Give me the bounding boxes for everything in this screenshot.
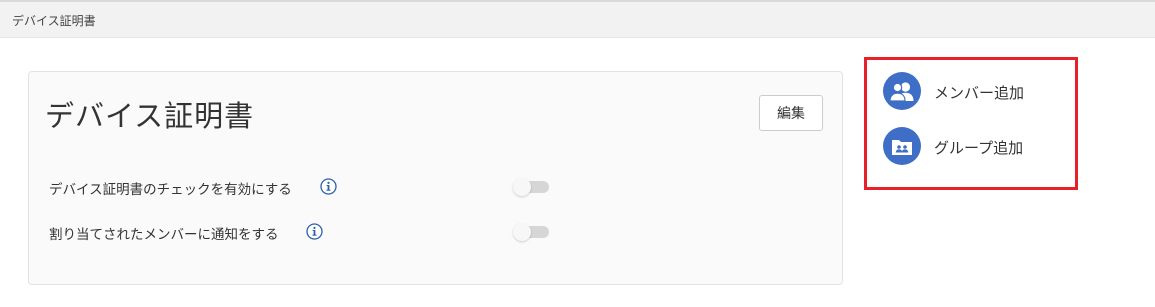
setting-row-enable-check: デバイス証明書のチェックを有効にする [49,175,559,199]
enable-check-toggle[interactable] [513,178,549,196]
breadcrumb-title: デバイス証明書 [12,14,96,28]
setting-label: デバイス証明書のチェックを有効にする [49,182,292,198]
group-folder-icon [883,127,921,165]
toggle-knob [513,178,531,196]
add-group-label: グループ追加 [934,139,1024,157]
users-icon [883,72,921,110]
notify-members-toggle[interactable] [513,223,549,241]
top-bar: デバイス証明書 [0,0,1155,38]
setting-label: 割り当てされたメンバーに通知をする [49,227,279,243]
info-icon[interactable] [306,223,323,240]
device-certificate-card: デバイス証明書 編集 デバイス証明書のチェックを有効にする 割り当てされたメンバ… [28,71,843,285]
add-member-label: メンバー追加 [934,84,1025,102]
toggle-knob [513,223,531,241]
add-member-button[interactable]: メンバー追加 [883,72,1063,112]
add-group-button[interactable]: グループ追加 [883,127,1063,167]
setting-row-notify-members: 割り当てされたメンバーに通知をする [49,220,559,244]
info-icon[interactable] [320,178,337,195]
edit-button[interactable]: 編集 [759,95,823,131]
page-title: デバイス証明書 [45,99,255,133]
actions-panel: メンバー追加 グループ追加 [864,57,1078,190]
